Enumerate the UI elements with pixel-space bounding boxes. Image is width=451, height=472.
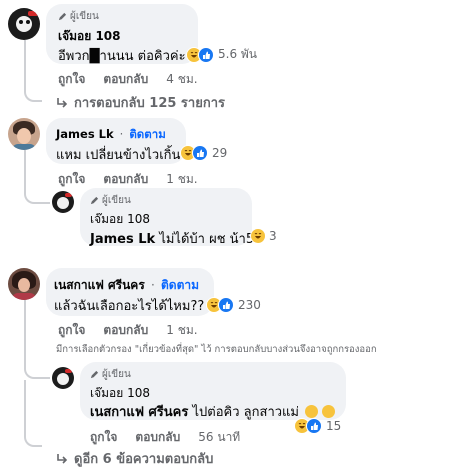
avatar[interactable] — [8, 8, 40, 40]
reaction-summary[interactable]: 5.6 พัน — [186, 45, 257, 64]
like-button[interactable]: ถูกใจ — [58, 70, 85, 89]
comment-author-name[interactable]: เจ๊มอย 108 — [90, 210, 150, 229]
like-button[interactable]: ถูกใจ — [90, 428, 117, 447]
follow-button[interactable]: ติดตาม — [161, 278, 199, 292]
reaction-summary[interactable]: 3 — [250, 228, 277, 244]
view-more-replies-button[interactable]: การตอบกลับ 125 รายการ — [56, 92, 225, 113]
reply-button[interactable]: ตอบกลับ — [103, 170, 148, 189]
like-reaction-icon — [198, 46, 214, 63]
thread-line — [24, 300, 26, 360]
like-reaction-icon — [306, 418, 322, 434]
thread-curve — [24, 355, 50, 379]
timestamp[interactable]: 4 ชม. — [166, 70, 197, 89]
reply-button[interactable]: ตอบกลับ — [103, 70, 148, 89]
timestamp[interactable]: 1 ชม. — [166, 321, 197, 340]
comment-author-name[interactable]: เนสกาแฟ ศรีนคร · ติดตาม — [54, 276, 199, 295]
comment-actions: ถูกใจ ตอบกลับ 1 ชม. — [58, 170, 198, 189]
thread-curve — [24, 180, 50, 204]
comment-text: แหม เปลี่ยนข้างไวเกิ้น — [56, 148, 181, 163]
comment-text: James Lk ไม่ได้บ้า ผช น้า55 — [90, 232, 263, 247]
reaction-summary[interactable]: 15 — [294, 418, 341, 434]
comment-text: อีพวก█านนน ต่อคิวค่ะ — [58, 49, 186, 64]
avatar[interactable] — [8, 268, 40, 300]
mention-link[interactable]: เนสกาแฟ ศรีนคร — [90, 405, 188, 420]
comment-actions: ถูกใจ ตอบกลับ 4 ชม. — [58, 70, 198, 89]
comment-actions: ถูกใจ ตอบกลับ 1 ชม. — [58, 321, 198, 340]
rolling-eyes-emoji — [322, 405, 336, 418]
thread-curve — [24, 425, 42, 447]
thread-curve — [24, 80, 42, 102]
comment-actions: ถูกใจ ตอบกลับ 56 นาที — [90, 428, 240, 447]
reaction-summary[interactable]: 230 — [206, 297, 261, 313]
comment-text: แล้วฉันเลือกอะไรได้ไหม?? — [54, 299, 205, 314]
rolling-eyes-emoji — [305, 405, 319, 418]
like-reaction-icon — [192, 145, 208, 161]
mention-link[interactable]: James Lk — [90, 232, 155, 247]
reply-arrow-icon — [57, 453, 68, 464]
timestamp[interactable]: 1 ชม. — [166, 170, 197, 189]
comment-author-name[interactable]: เจ๊มอย 108 — [58, 27, 121, 46]
like-reaction-icon — [218, 297, 234, 313]
reply-button[interactable]: ตอบกลับ — [103, 321, 148, 340]
reaction-summary[interactable]: 29 — [180, 145, 227, 161]
reply-button[interactable]: ตอบกลับ — [135, 428, 180, 447]
reply-arrow-icon — [57, 97, 68, 108]
pencil-icon — [58, 12, 67, 21]
comment-author-name[interactable]: James Lk · ติดตาม — [56, 126, 166, 144]
like-button[interactable]: ถูกใจ — [58, 170, 85, 189]
pencil-icon — [90, 196, 99, 205]
avatar[interactable] — [8, 118, 40, 150]
author-badge: ผู้เขียน — [90, 193, 131, 208]
pencil-icon — [90, 370, 99, 379]
author-badge: ผู้เขียน — [90, 367, 131, 382]
like-button[interactable]: ถูกใจ — [58, 321, 85, 340]
haha-reaction-icon — [250, 228, 266, 244]
avatar[interactable] — [52, 367, 74, 389]
author-badge: ผู้เขียน — [58, 9, 99, 24]
view-more-replies-button[interactable]: ดูอีก 6 ข้อความตอบกลับ — [56, 448, 213, 469]
timestamp[interactable]: 56 นาที — [198, 428, 240, 447]
filter-notice: มีการเลือกตัวกรอง "เกี่ยวข้องที่สุด" ไว้… — [56, 344, 377, 355]
follow-button[interactable]: ติดตาม — [129, 127, 165, 141]
avatar[interactable] — [52, 191, 74, 213]
